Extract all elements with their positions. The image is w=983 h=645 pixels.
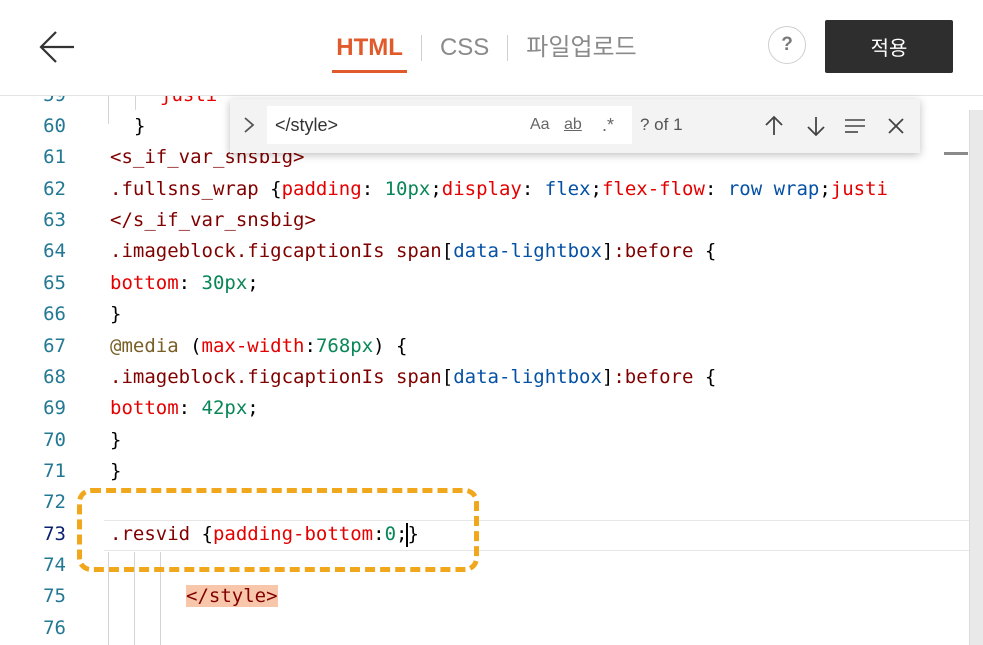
text-cursor: [406, 522, 409, 547]
code-line: }: [134, 115, 146, 137]
code-line: .imageblock.figcaptionIs span[data-light…: [110, 240, 717, 262]
line-number: 70: [43, 429, 66, 451]
tab-file-upload[interactable]: 파일업로드: [522, 33, 640, 63]
next-match-button[interactable]: [802, 112, 830, 140]
find-in-selection-button[interactable]: [841, 112, 869, 140]
line-number-current: 73: [43, 523, 66, 545]
code-line: }: [110, 429, 122, 451]
close-find-button[interactable]: [882, 112, 910, 140]
line-number: 66: [43, 303, 66, 325]
chevron-right-icon: [244, 117, 255, 133]
line-number: 72: [43, 491, 66, 513]
whole-word-toggle[interactable]: ab: [564, 113, 582, 137]
code-line: }: [110, 460, 122, 482]
line-number: 60: [43, 115, 66, 137]
selection-lines-icon: [845, 119, 865, 133]
line-number: 74: [43, 554, 66, 576]
code-line: justi: [160, 96, 217, 111]
tab-css[interactable]: CSS: [436, 33, 493, 63]
tab-divider: [507, 34, 509, 61]
line-number: 76: [43, 617, 66, 639]
code-line: </style>: [186, 581, 278, 612]
indent-guide: [134, 552, 135, 645]
indent-guide: [160, 552, 161, 645]
code-line: bottom: 42px;: [110, 397, 259, 419]
code-line: </s_if_var_snsbig>: [110, 209, 316, 231]
help-button[interactable]: ?: [768, 26, 806, 64]
line-number-gutter: 59 60 61 62 63 64 65 66 67 68 69 70 71 7…: [0, 96, 80, 645]
match-case-toggle[interactable]: Aa: [530, 113, 550, 137]
arrow-up-icon: [765, 115, 783, 135]
indent-guide: [135, 96, 136, 110]
tab-divider: [420, 34, 422, 61]
line-number: 65: [43, 272, 66, 294]
code-line: }: [110, 303, 122, 325]
line-number: 64: [43, 240, 66, 262]
editor-header: HTML CSS 파일업로드 ? 적용: [0, 0, 983, 96]
code-line: @media (max-width:768px) {: [110, 335, 408, 357]
previous-match-button[interactable]: [760, 112, 788, 140]
code-line-current: .resvid {padding-bottom:0;}: [110, 522, 419, 547]
indent-guide: [108, 552, 109, 645]
find-widget: Aa ab .* ? of 1: [230, 99, 920, 153]
overview-ruler-marker: [944, 152, 968, 155]
back-button[interactable]: [34, 26, 80, 68]
matched-closing-style-tag: </style>: [186, 585, 278, 607]
toggle-replace-button[interactable]: [238, 113, 260, 137]
line-number: 63: [43, 209, 66, 231]
close-icon: [888, 118, 904, 134]
code-line: .fullsns_wrap {padding: 10px;display: fl…: [110, 178, 888, 200]
code-line: bottom: 30px;: [110, 272, 259, 294]
code-line: .imageblock.figcaptionIs span[data-light…: [110, 366, 717, 388]
scrollbar-thumb[interactable]: [969, 110, 983, 645]
arrow-left-icon: [39, 31, 74, 63]
line-number: 67: [43, 335, 66, 357]
line-number: 62: [43, 178, 66, 200]
line-number: 69: [43, 397, 66, 419]
line-number: 61: [43, 146, 66, 168]
line-number: 68: [43, 366, 66, 388]
line-number: 75: [43, 585, 66, 607]
apply-button[interactable]: 적용: [825, 20, 953, 73]
arrow-down-icon: [807, 117, 825, 137]
code-editor[interactable]: 59 60 61 62 63 64 65 66 67 68 69 70 71 7…: [0, 96, 983, 645]
match-count: ? of 1: [640, 115, 683, 134]
line-number: 59: [0, 96, 66, 111]
line-number: 71: [43, 460, 66, 482]
tab-html[interactable]: HTML: [332, 33, 407, 73]
regex-toggle[interactable]: .*: [602, 113, 614, 137]
indent-guide: [108, 96, 109, 124]
